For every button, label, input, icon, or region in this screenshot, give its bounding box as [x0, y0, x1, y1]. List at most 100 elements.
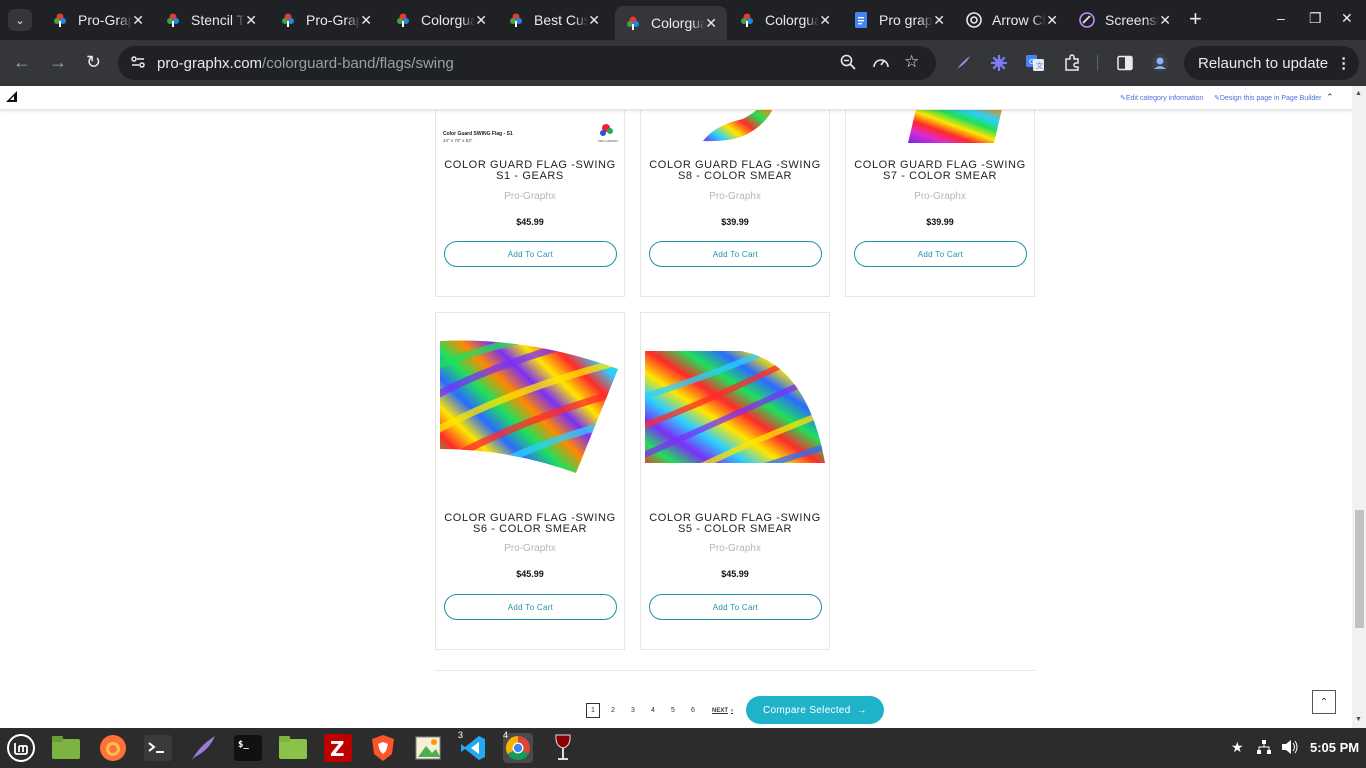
product-name[interactable]: COLOR GUARD FLAG -SWING S7 - COLOR SMEAR — [846, 160, 1034, 182]
product-brand[interactable]: Pro-Graphx — [846, 191, 1034, 202]
files-folder-icon[interactable] — [51, 733, 81, 763]
terminal-icon[interactable] — [143, 733, 173, 763]
product-name[interactable]: COLOR GUARD FLAG -SWING S8 - COLOR SMEAR — [641, 160, 829, 182]
product-name[interactable]: COLOR GUARD FLAG -SWING S5 - COLOR SMEAR — [641, 513, 829, 535]
favorites-star-icon[interactable]: ★ — [1231, 739, 1244, 756]
pagination-next-link[interactable]: NEXT › — [712, 703, 733, 718]
browser-tab[interactable]: Stencil Theme✕ — [155, 6, 267, 34]
bookmark-star-icon[interactable]: ☆ — [904, 52, 919, 72]
close-tab-icon[interactable]: ✕ — [475, 12, 487, 29]
browser-tab[interactable]: Screenshot✕ — [1069, 6, 1181, 34]
pagination-page-4[interactable]: 4 — [646, 703, 660, 718]
page-builder-label: Design this page in Page Builder — [1219, 95, 1322, 102]
new-tab-plus-icon[interactable]: + — [1189, 8, 1202, 30]
close-tab-icon[interactable]: ✕ — [588, 12, 600, 29]
close-tab-icon[interactable]: ✕ — [360, 12, 372, 29]
close-tab-icon[interactable]: ✕ — [819, 12, 831, 29]
image-viewer-icon[interactable] — [413, 733, 443, 763]
product-brand[interactable]: Pro-Graphx — [641, 191, 829, 202]
close-tab-icon[interactable]: ✕ — [245, 12, 257, 29]
pro-graphx-logo-icon — [280, 12, 296, 28]
performance-icon[interactable] — [872, 54, 890, 74]
add-to-cart-button[interactable]: Add To Cart — [854, 241, 1027, 267]
scrollbar-thumb[interactable] — [1355, 510, 1364, 628]
firefox-icon[interactable] — [98, 733, 128, 763]
bigcommerce-logo-icon[interactable] — [5, 90, 18, 103]
compare-selected-button[interactable]: Compare Selected → — [746, 696, 884, 724]
add-to-cart-button[interactable]: Add To Cart — [649, 594, 822, 620]
page-builder-link[interactable]: ✎Design this page in Page Builder — [1214, 94, 1321, 102]
scroll-up-arrow-icon[interactable]: ▲ — [1355, 90, 1362, 97]
product-card[interactable]: COLOR GUARD FLAG -SWING S7 - COLOR SMEAR… — [845, 86, 1035, 297]
scroll-down-arrow-icon[interactable]: ▼ — [1355, 716, 1362, 723]
product-image[interactable] — [645, 349, 825, 467]
system-clock[interactable]: 5:05 PM — [1310, 740, 1359, 755]
add-to-cart-button[interactable]: Add To Cart — [444, 241, 617, 267]
browser-tab[interactable]: Colorguard✕ — [385, 6, 497, 34]
product-card[interactable]: COLOR GUARD FLAG -SWING S8 - COLOR SMEAR… — [640, 86, 830, 297]
reload-button[interactable]: ↻ — [86, 52, 101, 72]
product-name[interactable]: COLOR GUARD FLAG -SWING S1 - GEARS — [436, 160, 624, 182]
side-panel-icon[interactable] — [1115, 53, 1135, 73]
product-card[interactable]: COLOR GUARD FLAG -SWING S5 - COLOR SMEAR… — [640, 312, 830, 650]
pagination-page-5[interactable]: 5 — [666, 703, 680, 718]
product-brand[interactable]: Pro-Graphx — [436, 543, 624, 554]
file-manager-icon[interactable] — [278, 733, 308, 763]
product-name[interactable]: COLOR GUARD FLAG -SWING S6 - COLOR SMEAR — [436, 513, 624, 535]
browser-tab[interactable]: Pro-Graphx✕ — [270, 6, 382, 34]
edit-category-link[interactable]: ✎Edit category information — [1120, 94, 1203, 102]
add-to-cart-button[interactable]: Add To Cart — [444, 594, 617, 620]
linux-mint-menu-icon[interactable] — [6, 733, 36, 763]
browser-tab[interactable]: Best Custom✕ — [498, 6, 610, 34]
browser-tab[interactable]: Colorguard✕ — [615, 6, 727, 40]
tab-search-button[interactable]: ⌄ — [8, 9, 32, 31]
back-button[interactable]: ← — [13, 52, 31, 72]
browser-tab[interactable]: Arrow Chat✕ — [956, 6, 1068, 34]
quill-extension-icon[interactable] — [953, 53, 973, 73]
tab-title: Arrow Chat — [992, 12, 1046, 28]
collapse-admin-bar-icon[interactable]: ⌃ — [1326, 92, 1334, 103]
pagination-page-3[interactable]: 3 — [626, 703, 640, 718]
quill-icon[interactable] — [188, 733, 218, 763]
browser-tab[interactable]: Pro-Graphx✕ — [42, 6, 154, 34]
close-tab-icon[interactable]: ✕ — [1046, 12, 1058, 29]
pro-graphx-logo-icon — [508, 12, 524, 28]
close-window-icon[interactable]: ✕ — [1341, 10, 1353, 27]
back-to-top-button[interactable]: ⌃ — [1312, 690, 1336, 714]
network-icon[interactable] — [1256, 739, 1272, 758]
product-card[interactable]: COLOR GUARD FLAG -SWING S6 - COLOR SMEAR… — [435, 312, 625, 650]
minimize-window-icon[interactable]: – — [1277, 10, 1285, 26]
page-scrollbar[interactable]: ▲ ▼ — [1352, 86, 1366, 728]
profile-avatar-icon[interactable] — [1150, 53, 1170, 73]
relaunch-to-update-button[interactable]: Relaunch to update ⋮ — [1184, 46, 1359, 80]
brave-icon[interactable] — [368, 733, 398, 763]
wine-icon[interactable] — [548, 733, 578, 763]
close-tab-icon[interactable]: ✕ — [933, 12, 945, 29]
product-image[interactable] — [440, 339, 620, 477]
close-tab-icon[interactable]: ✕ — [1159, 12, 1171, 29]
pagination-page-2[interactable]: 2 — [606, 703, 620, 718]
pagination-page-6[interactable]: 6 — [686, 703, 700, 718]
site-info-icon[interactable] — [130, 54, 146, 74]
add-to-cart-button[interactable]: Add To Cart — [649, 241, 822, 267]
close-tab-icon[interactable]: ✕ — [132, 12, 144, 29]
browser-tab[interactable]: Colorguard✕ — [729, 6, 841, 34]
filezilla-icon[interactable]: Z — [323, 733, 353, 763]
product-card[interactable]: Color Guard SWING Flag - S1 44" x 70" x … — [435, 86, 625, 297]
volume-icon[interactable] — [1281, 739, 1299, 758]
extensions-puzzle-icon[interactable] — [1062, 53, 1082, 73]
more-menu-icon: ⋮ — [1336, 55, 1352, 72]
extension-flower-icon[interactable] — [989, 53, 1009, 73]
close-tab-icon[interactable]: ✕ — [705, 15, 717, 32]
forward-button[interactable]: → — [49, 52, 67, 72]
zoom-icon[interactable] — [840, 54, 856, 74]
address-bar[interactable]: pro-graphx.com/colorguard-band/flags/swi… — [118, 46, 936, 80]
pagination-page-1[interactable]: 1 — [586, 703, 600, 718]
google-translate-icon[interactable]: G文 — [1025, 53, 1045, 73]
product-brand[interactable]: Pro-Graphx — [641, 543, 829, 554]
product-brand[interactable]: Pro-Graphx — [436, 191, 624, 202]
url-text[interactable]: pro-graphx.com/colorguard-band/flags/swi… — [157, 55, 454, 72]
terminal-dark-icon[interactable]: $_ — [233, 733, 263, 763]
maximize-window-icon[interactable]: ❐ — [1309, 10, 1322, 27]
browser-tab[interactable]: Pro graphx✕ — [843, 6, 955, 34]
